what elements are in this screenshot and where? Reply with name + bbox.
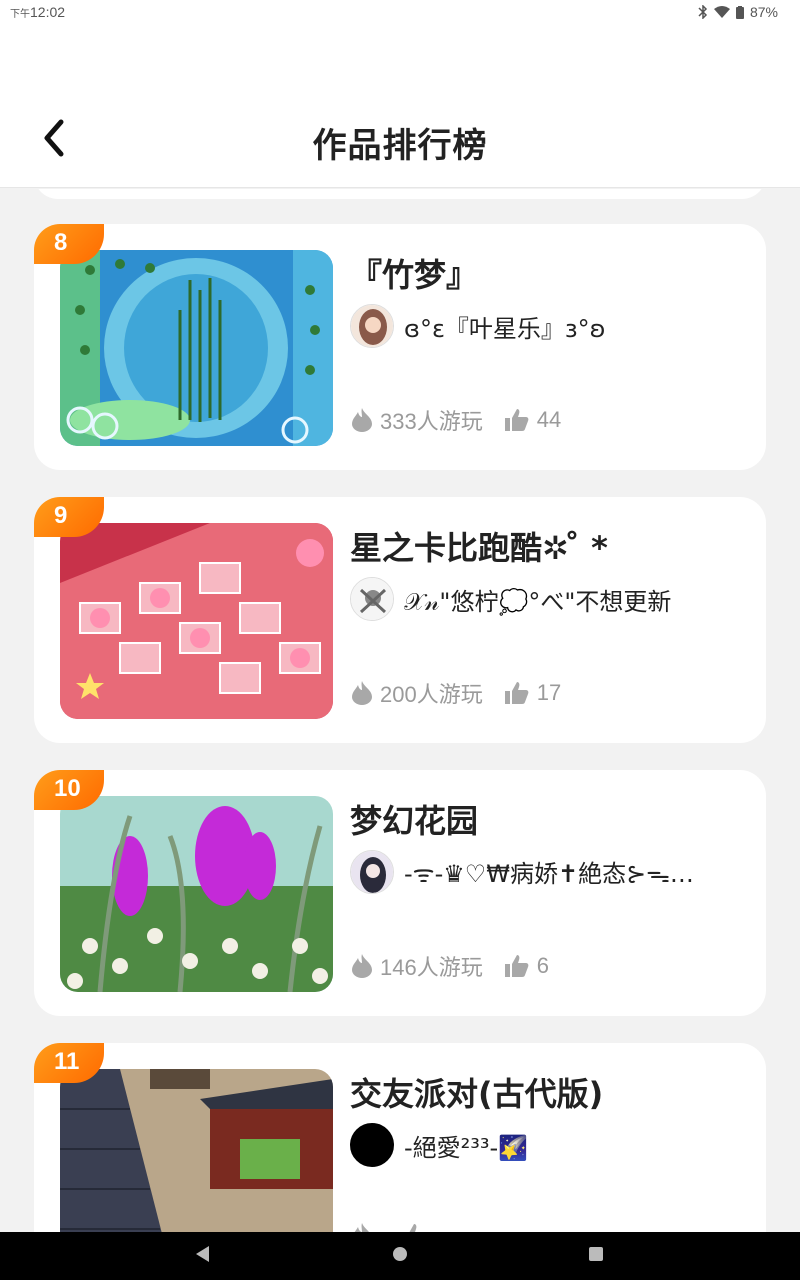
game-thumbnail[interactable] <box>60 796 333 992</box>
triangle-back-icon <box>195 1245 211 1267</box>
avatar <box>350 577 394 621</box>
author-row[interactable]: -ᯤ-♛♡₩病娇✝絶态⊱ᯓ… <box>350 850 694 894</box>
thumbnail-kirby-image <box>60 523 333 719</box>
fire-icon <box>352 954 372 978</box>
likes-count: 17 <box>536 680 562 705</box>
plays-stat: 333人游玩 <box>352 404 483 436</box>
app-header: 作品排行榜 <box>0 26 800 188</box>
author-name: 𝒳𝓃"悠柠💭°べ"不想更新 <box>404 587 672 616</box>
ranking-card[interactable]: 11 交友派对(古代版) -絕愛²³³-🌠 <box>34 1043 766 1232</box>
bluetooth-icon <box>698 5 708 19</box>
game-thumbnail[interactable] <box>60 250 333 446</box>
fire-icon <box>352 408 372 432</box>
game-title[interactable]: 梦幻花园 <box>350 796 478 842</box>
status-bar: 下午12:02 87% <box>0 0 800 26</box>
previous-card-edge <box>34 189 766 199</box>
ranking-list[interactable]: 8 『竹梦』 ɞ°ɛ『叶星乐』ɜ°ʚ 333人游玩 44 9 星之卡比跑酷✲ ̊… <box>0 189 800 1232</box>
thumbnail-garden-image <box>60 796 333 992</box>
battery-level: 87% <box>749 4 778 20</box>
thumbs-up-icon <box>504 409 529 431</box>
stats-row: 200人游玩 17 <box>352 677 561 709</box>
ranking-card[interactable]: 10 梦幻花园 -ᯤ-♛♡₩病娇✝絶态⊱ᯓ… 146人游玩 6 <box>34 770 766 1016</box>
status-time-prefix: 下午 <box>10 9 30 20</box>
plays-stat: 146人游玩 <box>352 950 483 982</box>
nav-back-button[interactable] <box>191 1244 215 1268</box>
plays-count: 333人游玩 <box>380 409 483 434</box>
plays-stat: 200人游玩 <box>352 677 483 709</box>
likes-stat[interactable]: 17 <box>504 680 562 706</box>
author-name: -ᯤ-♛♡₩病娇✝絶态⊱ᯓ… <box>404 860 694 888</box>
ranking-card[interactable]: 9 星之卡比跑酷✲ ̊ * 𝒳𝓃"悠柠💭°べ"不想更新 200人游玩 17 <box>34 497 766 743</box>
battery-icon <box>735 5 744 19</box>
avatar <box>350 1123 394 1167</box>
status-time: 下午12:02 <box>10 4 65 20</box>
author-name: -絕愛²³³-🌠 <box>404 1133 529 1162</box>
likes-count: 6 <box>536 953 549 978</box>
author-row[interactable]: ɞ°ɛ『叶星乐』ɜ°ʚ <box>350 304 606 348</box>
game-title[interactable]: 『竹梦』 <box>350 250 478 296</box>
thumbnail-bamboo-image <box>60 250 333 446</box>
plays-stat <box>352 1223 380 1232</box>
likes-stat[interactable] <box>402 1224 434 1232</box>
fire-icon <box>352 681 372 705</box>
nav-recents-button[interactable] <box>584 1244 608 1268</box>
plays-count: 200人游玩 <box>380 682 483 707</box>
game-title[interactable]: 星之卡比跑酷✲ ̊ * <box>350 523 608 569</box>
author-row[interactable]: -絕愛²³³-🌠 <box>350 1123 528 1167</box>
likes-count: 44 <box>536 407 562 432</box>
plays-count: 146人游玩 <box>380 955 483 980</box>
square-recents-icon <box>588 1246 604 1266</box>
game-thumbnail[interactable] <box>60 523 333 719</box>
nav-home-button[interactable] <box>388 1244 412 1268</box>
avatar <box>350 304 394 348</box>
fire-icon <box>352 1223 372 1232</box>
likes-stat[interactable]: 6 <box>504 953 549 979</box>
avatar <box>350 850 394 894</box>
game-thumbnail[interactable] <box>60 1069 333 1232</box>
stats-row: 333人游玩 44 <box>352 404 561 436</box>
system-nav-bar <box>0 1232 800 1280</box>
stats-row <box>352 1223 434 1232</box>
game-title[interactable]: 交友派对(古代版) <box>350 1069 603 1115</box>
author-name: ɞ°ɛ『叶星乐』ɜ°ʚ <box>404 314 606 343</box>
ranking-card[interactable]: 8 『竹梦』 ɞ°ɛ『叶星乐』ɜ°ʚ 333人游玩 44 <box>34 224 766 470</box>
stats-row: 146人游玩 6 <box>352 950 549 982</box>
thumbs-up-icon <box>504 955 529 977</box>
likes-stat[interactable]: 44 <box>504 407 562 433</box>
thumbs-up-icon <box>402 1224 426 1232</box>
status-time-value: 12:02 <box>30 4 66 20</box>
thumbnail-ancient-party-image <box>60 1069 333 1232</box>
status-icons: 87% <box>698 4 778 20</box>
author-row[interactable]: 𝒳𝓃"悠柠💭°べ"不想更新 <box>350 577 671 621</box>
page-title: 作品排行榜 <box>312 126 488 166</box>
wifi-icon <box>713 6 730 18</box>
thumbs-up-icon <box>504 682 529 704</box>
circle-home-icon <box>392 1246 408 1266</box>
